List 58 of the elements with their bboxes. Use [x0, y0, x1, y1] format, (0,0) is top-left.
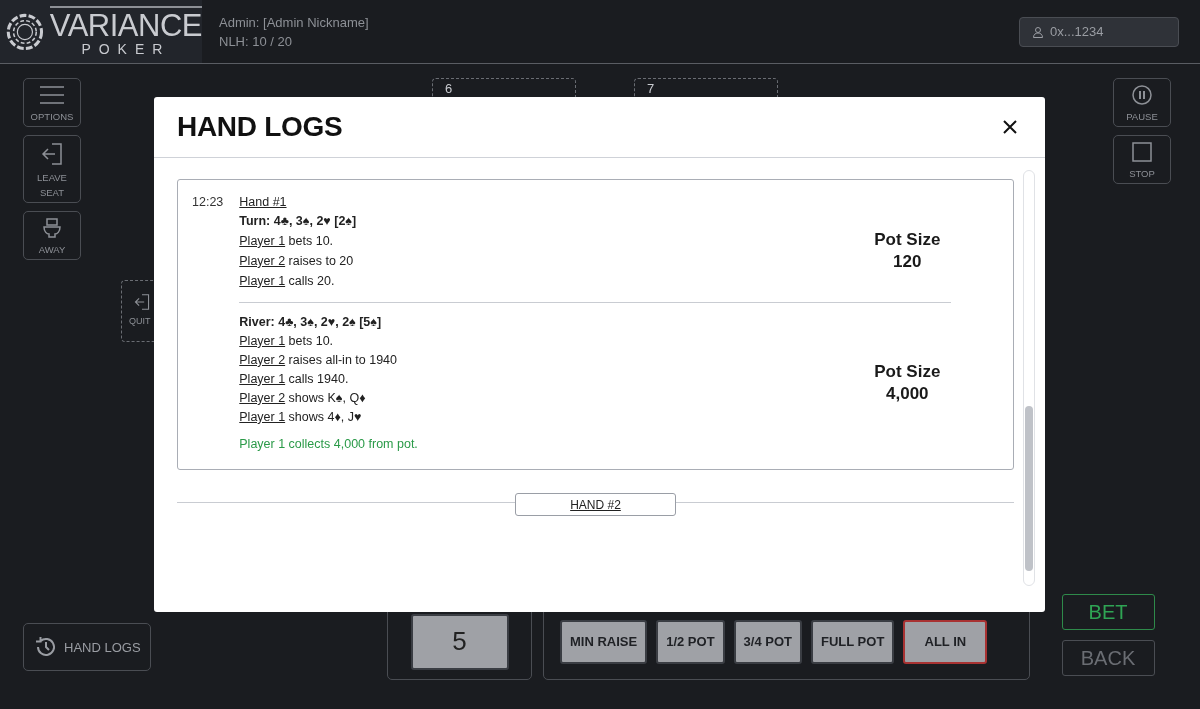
seat-number: 6 [445, 81, 453, 96]
admin-label: Admin: [Admin Nickname] [219, 14, 369, 30]
action-line: Player 1 calls 1940. [239, 372, 350, 386]
next-hand-button[interactable]: HAND #2 [515, 493, 676, 516]
player-link[interactable]: Player 2 [239, 254, 286, 268]
pause-icon [1132, 85, 1152, 105]
logo-wordmark: VARIANCE [49, 5, 202, 41]
toilet-icon [43, 218, 61, 238]
seat-number: 7 [647, 81, 655, 96]
pot-label: Pot Size [874, 362, 941, 382]
side-control-button[interactable]: OPTIONS [23, 78, 81, 127]
side-control-button[interactable]: AWAY [23, 211, 81, 260]
bet-amount-field[interactable]: 5 [410, 613, 509, 670]
close-icon [1003, 120, 1017, 134]
bet-preset-button[interactable]: 1/2 POT [656, 619, 725, 664]
player-link[interactable]: Player 1 [239, 274, 286, 288]
player-link[interactable]: Player 2 [239, 391, 286, 405]
player-link[interactable]: Player 1 [239, 234, 286, 248]
action-line: Player 1 bets 10. [239, 334, 335, 348]
pot-value: 120 [893, 252, 922, 272]
menu-icon [39, 85, 65, 105]
side-control-button[interactable]: LEAVE SEAT [23, 135, 81, 203]
game-control-button[interactable]: STOP [1113, 135, 1171, 184]
action-line: Player 1 bets 10. [239, 234, 335, 248]
logo-subtitle: POKER [81, 40, 171, 58]
bet-preset-button[interactable]: 3/4 POT [733, 619, 802, 664]
pot-value: 4,000 [886, 384, 929, 404]
bet-action-button[interactable]: BET [1061, 594, 1155, 630]
player-link[interactable]: Player 2 [239, 353, 286, 367]
street-heading: River: 4♣, 3♠, 2♥, 2♠ [5♠] [239, 315, 383, 329]
player-link[interactable]: Player 1 [239, 410, 286, 424]
action-line: Player 1 calls 20. [239, 274, 336, 288]
bet-preset-button[interactable]: ALL IN [903, 619, 988, 664]
bet-preset-button[interactable]: MIN RAISE [560, 619, 648, 664]
hand-logs-button[interactable]: HAND LOGS [23, 623, 151, 671]
player-link[interactable]: Player 1 [239, 334, 286, 348]
game-control-button[interactable]: PAUSE [1113, 78, 1171, 127]
player-link[interactable]: Player 1 [239, 372, 286, 386]
exit-arrow-icon [134, 293, 150, 310]
dialog-title: HAND LOGS [177, 111, 343, 143]
action-line: Player 2 shows K♠, Q♦ [239, 391, 367, 405]
close-button[interactable] [1001, 118, 1019, 136]
action-line: Player 2 raises to 20 [239, 254, 355, 268]
user-icon [1032, 25, 1044, 38]
result-line: Player 1 collects 4,000 from pot. [239, 437, 419, 451]
hand-time: 12:23 [192, 195, 224, 211]
hand-link[interactable]: Hand #1 [239, 195, 1013, 209]
wallet-button[interactable]: 0x...1234 [1019, 16, 1179, 47]
stakes-label: NLH: 10 / 20 [219, 33, 293, 49]
bet-preset-button[interactable]: FULL POT [811, 619, 895, 664]
action-line: Player 2 raises all-in to 1940 [239, 353, 398, 367]
exit-arrow-icon [40, 142, 64, 166]
stop-icon [1132, 142, 1152, 162]
street-heading: Turn: 4♣, 3♠, 2♥ [2♠] [239, 214, 358, 228]
action-line: Player 1 shows 4♦, J♥ [239, 410, 363, 424]
bet-action-button[interactable]: BACK [1061, 640, 1155, 676]
history-icon [34, 635, 58, 659]
pot-label: Pot Size [874, 230, 941, 250]
